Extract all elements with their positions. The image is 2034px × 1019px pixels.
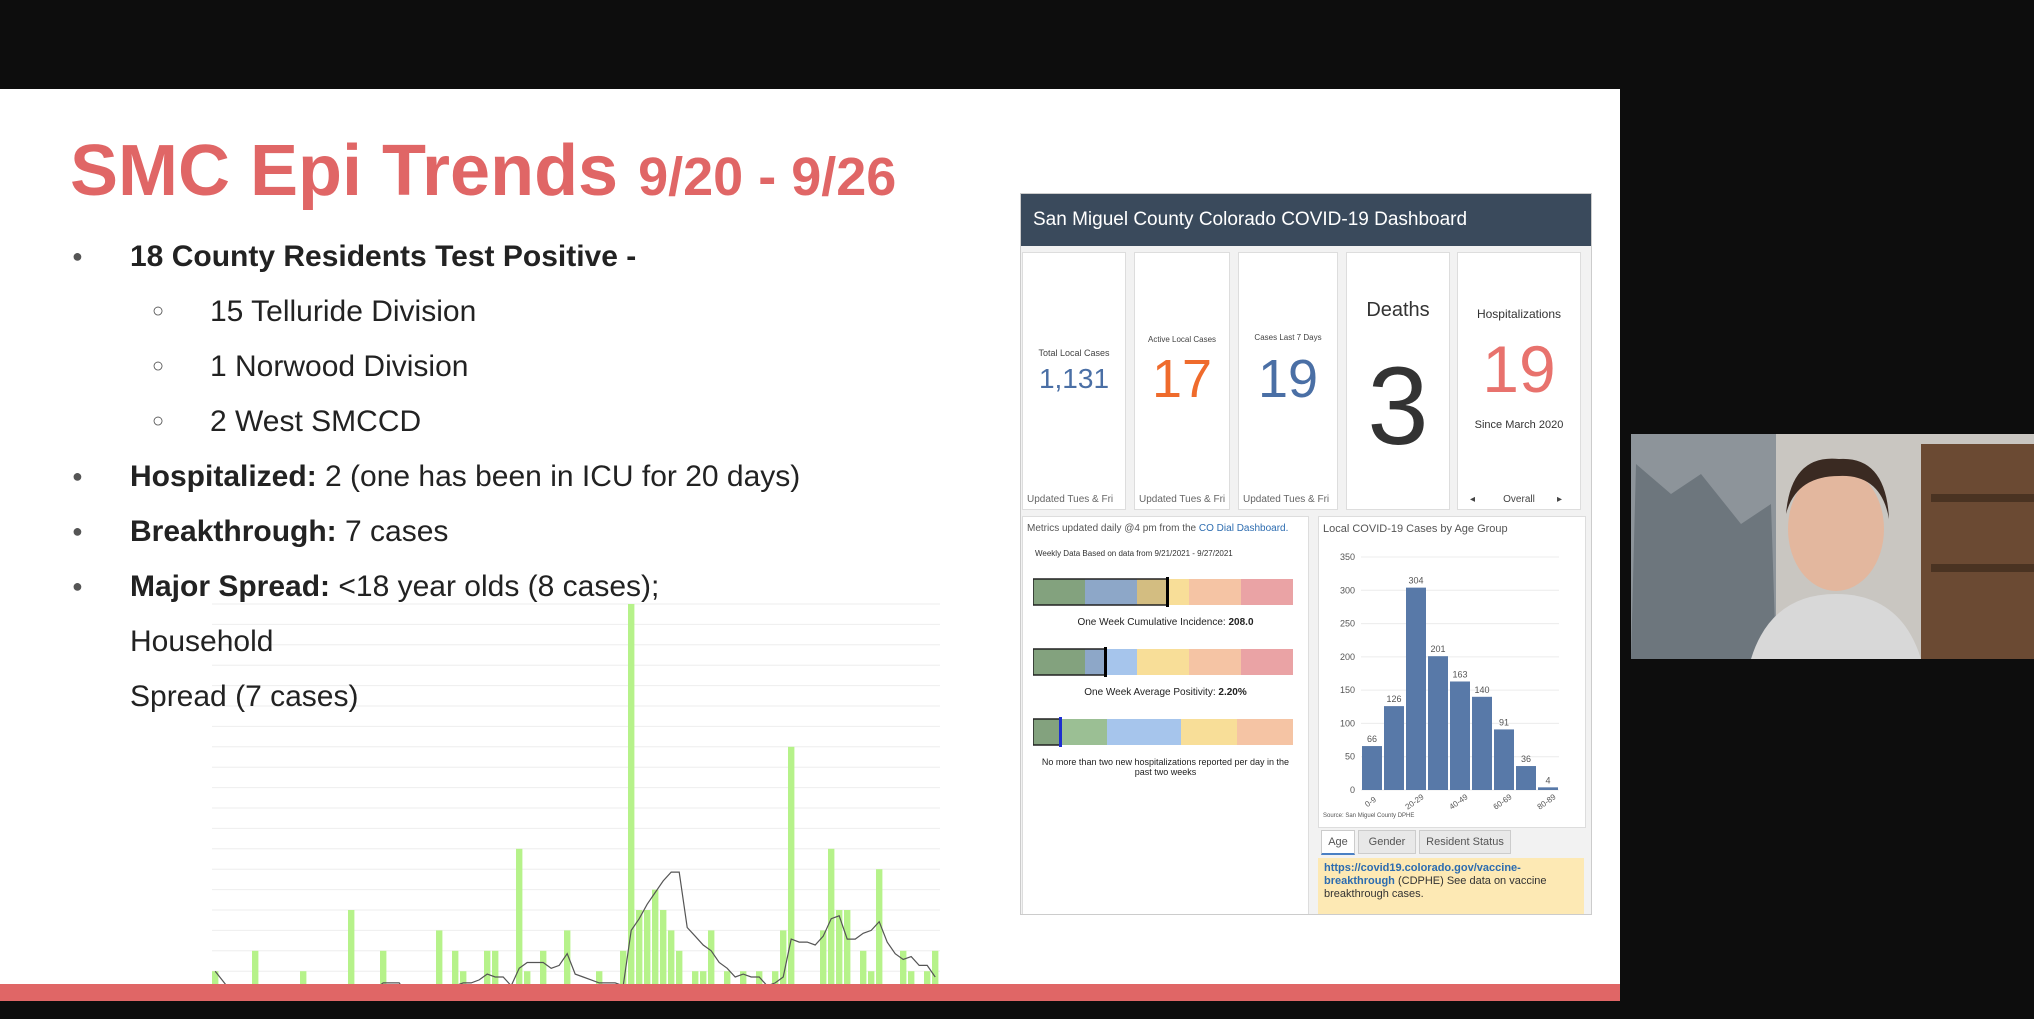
epi-bar (788, 746, 795, 1001)
epi-bar (516, 848, 523, 1001)
card-label: Total Local Cases (1038, 348, 1110, 358)
age-bar (1538, 787, 1558, 790)
age-x-tick-label: 0-9 (1363, 795, 1378, 809)
chevron-left-icon[interactable]: ◂ (1470, 494, 1475, 505)
age-group-chart: 0 50 100 150 200 250 300 350 66 126 304 201 163 140 91… (1340, 552, 1559, 812)
age-x-tick-label: 40-49 (1448, 792, 1470, 811)
age-y-tick-label: 250 (1340, 619, 1355, 629)
card-value: 1,131 (1038, 363, 1110, 394)
age-chart-panel: Local COVID-19 Cases by Age Group 0 50 100… (1318, 516, 1586, 828)
bullet-positive: 18 County Residents Test Positive - (70, 229, 810, 284)
presentation-slide: SMC Epi Trends 9/20 - 9/26 18 County Res… (0, 89, 1620, 1001)
card-pager[interactable]: ◂ Overall ▸ (1458, 494, 1580, 505)
card-active-cases: Active Local Cases 17 Updated Tues & Fri (1134, 252, 1230, 510)
metrics-updated: Metrics updated daily @4 pm from the CO … (1027, 523, 1289, 534)
card-value: 19 (1482, 332, 1556, 406)
age-bar (1384, 706, 1404, 790)
age-data-label: 66 (1367, 734, 1377, 744)
card-cases-7-days: Cases Last 7 Days 19 Updated Tues & Fri (1238, 252, 1338, 510)
title-main: SMC Epi Trends (70, 131, 619, 211)
card-deaths: Deaths 3 (1346, 252, 1450, 510)
card-hospitalizations: Hospitalizations 19 Since March 2020 ◂ O… (1457, 252, 1581, 510)
card-footer: Updated Tues & Fri (1139, 494, 1226, 505)
age-data-label: 304 (1408, 576, 1423, 586)
breakthrough-note: https://covid19.colorado.gov/vaccine-bre… (1318, 858, 1584, 914)
tab-gender[interactable]: Gender (1358, 830, 1416, 854)
card-footer: Updated Tues & Fri (1243, 494, 1330, 505)
age-x-tick-label: 20-29 (1404, 792, 1426, 811)
positivity-label: One Week Average Positivity: 2.20% (1084, 687, 1247, 698)
card-label: Cases Last 7 Days (1254, 333, 1322, 342)
age-y-tick-label: 200 (1340, 652, 1355, 662)
card-footer: Updated Tues & Fri (1027, 494, 1114, 505)
card-label: Active Local Cases (1147, 335, 1217, 344)
age-y-tick-label: 350 (1340, 552, 1355, 562)
sub-bullet-telluride: 15 Telluride Division (70, 284, 810, 339)
card-value: 17 (1151, 349, 1213, 409)
tab-age[interactable]: Age (1321, 830, 1355, 855)
age-x-tick-label: 80-89 (1536, 792, 1558, 811)
metrics-panel: Metrics updated daily @4 pm from the CO … (1022, 516, 1309, 914)
age-data-label: 4 (1545, 775, 1550, 785)
chevron-right-icon[interactable]: ▸ (1557, 494, 1562, 505)
webcam-feed (1631, 434, 2034, 659)
age-bar (1472, 696, 1492, 790)
age-y-tick-label: 100 (1340, 718, 1355, 728)
age-y-tick-label: 50 (1345, 752, 1355, 762)
age-bar (1450, 681, 1470, 790)
weekly-data-note: Weekly Data Based on data from 9/21/2021… (1035, 549, 1233, 558)
pager-label: Overall (1503, 494, 1535, 505)
card-sub: Since March 2020 (1474, 419, 1564, 431)
hospitalization-label: No more than two new hospitalizations re… (1041, 757, 1290, 777)
hospitalization-gauge (1033, 717, 1293, 747)
age-y-tick-label: 150 (1340, 685, 1355, 695)
card-total-cases: Total Local Cases 1,131 Updated Tues & F… (1022, 252, 1126, 510)
age-data-label: 201 (1430, 644, 1445, 654)
covid-dashboard: San Miguel County Colorado COVID-19 Dash… (1020, 193, 1592, 915)
age-data-label: 91 (1499, 717, 1509, 727)
card-label: Hospitalizations (1476, 307, 1562, 321)
incidence-label: One Week Cumulative Incidence: 208.0 (1077, 617, 1254, 628)
card-value: 19 (1257, 349, 1319, 409)
tab-resident-status[interactable]: Resident Status (1419, 830, 1511, 854)
positivity-gauge (1033, 647, 1293, 677)
age-chart-title: Local COVID-19 Cases by Age Group (1323, 523, 1508, 535)
epi-moving-average-line (214, 871, 936, 1001)
slide-title: SMC Epi Trends 9/20 - 9/26 (70, 135, 896, 207)
bullet-major-spread: Major Spread: <18 year olds (8 cases); H… (70, 559, 810, 724)
age-chart-source: Source: San Miguel County DPHE (1323, 813, 1415, 819)
bullet-breakthrough: Breakthrough: 7 cases (70, 504, 810, 559)
age-y-tick-label: 300 (1340, 585, 1355, 595)
slide-bottom-bar (0, 984, 1620, 1001)
age-data-label: 163 (1452, 669, 1467, 679)
bullet-list: 18 County Residents Test Positive - 15 T… (70, 229, 810, 724)
age-bar (1516, 766, 1536, 790)
epi-bar (876, 869, 883, 1001)
age-data-label: 140 (1474, 685, 1489, 695)
bullet-hospitalized: Hospitalized: 2 (one has been in ICU for… (70, 449, 810, 504)
sub-bullet-norwood: 1 Norwood Division (70, 339, 810, 394)
dashboard-title: San Miguel County Colorado COVID-19 Dash… (1021, 194, 1591, 246)
title-date: 9/20 - 9/26 (638, 147, 897, 207)
incidence-gauge (1033, 577, 1293, 607)
age-bar (1494, 729, 1514, 790)
sub-bullet-west: 2 West SMCCD (70, 394, 810, 449)
age-y-tick-label: 0 (1350, 785, 1355, 795)
co-dial-link[interactable]: CO Dial Dashboard. (1199, 523, 1288, 534)
age-bar (1362, 746, 1382, 790)
age-bar (1428, 656, 1448, 790)
age-bar (1406, 587, 1426, 790)
card-label: Deaths (1366, 299, 1430, 321)
age-data-label: 126 (1386, 694, 1401, 704)
age-data-label: 36 (1521, 754, 1531, 764)
card-value: 3 (1367, 345, 1429, 468)
age-x-tick-label: 60-69 (1492, 792, 1514, 811)
